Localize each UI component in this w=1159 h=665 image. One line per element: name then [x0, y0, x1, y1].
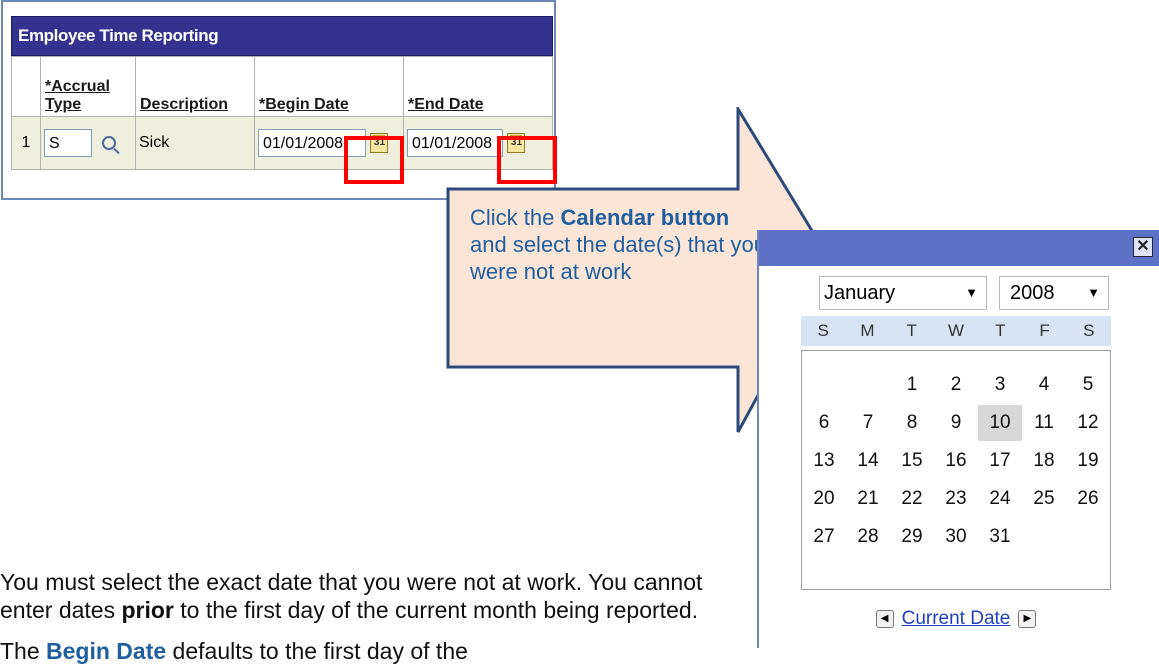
calendar-day[interactable]: 10 [978, 405, 1022, 441]
calendar-day[interactable]: 8 [890, 405, 934, 441]
calendar-day[interactable]: 3 [978, 367, 1022, 403]
calendar-empty-cell [846, 367, 890, 403]
callout-text: Click the Calendar button and select the… [470, 205, 766, 284]
calendar-day[interactable]: 28 [846, 519, 890, 555]
description-cell: Sick [135, 116, 255, 170]
begin-date-calendar-highlight [344, 136, 404, 184]
chevron-down-icon: ▼ [965, 285, 978, 300]
weekday-label: W [947, 321, 964, 340]
weekday-label: S [817, 321, 829, 340]
calendar-day[interactable]: 11 [1022, 405, 1066, 441]
row-number-header [11, 56, 41, 117]
calendar-nav: ◀ Current Date ▶ [801, 605, 1111, 633]
calendar-day[interactable]: 21 [846, 481, 890, 517]
month-value: January [824, 282, 896, 304]
month-select[interactable]: January ▼ [819, 276, 987, 310]
weekday-label: S [1083, 321, 1095, 340]
calendar-day[interactable]: 30 [934, 519, 978, 555]
calendar-day[interactable]: 25 [1022, 481, 1066, 517]
weekday-label: T [995, 321, 1006, 340]
instruction-paragraph: You must select the exact date that you … [0, 569, 703, 623]
calendar-day[interactable]: 27 [802, 519, 846, 555]
accrual-type-input[interactable]: S [44, 129, 92, 157]
close-icon[interactable]: ✕ [1133, 237, 1153, 257]
calendar-day-grid: 1 2 3 4 5 6 7 8 9 10 11 12 13 14 15 16 17 18 19 20 21 22 23 24 2… [801, 350, 1111, 590]
calendar-day[interactable]: 22 [890, 481, 934, 517]
calendar-day[interactable]: 23 [934, 481, 978, 517]
calendar-day[interactable]: 19 [1066, 443, 1110, 479]
calendar-week-row: 13 14 15 16 17 18 19 [802, 443, 1110, 479]
calendar-empty-cell [802, 367, 846, 403]
calendar-week-row: 27 28 29 30 31 [802, 519, 1110, 555]
accrual-type-cell: S [40, 116, 136, 170]
year-value: 2008 [1010, 282, 1055, 304]
weekday-label: T [906, 321, 917, 340]
calendar-day[interactable]: 14 [846, 443, 890, 479]
grid-title: Employee Time Reporting [18, 26, 219, 45]
calendar-empty-cell [1066, 519, 1110, 555]
row-number: 1 [11, 116, 41, 170]
previous-month-icon[interactable]: ◀ [875, 610, 894, 628]
calendar-week-row: 6 7 8 9 10 11 12 [802, 405, 1110, 441]
calendar-day[interactable]: 31 [978, 519, 1022, 555]
calendar-day[interactable]: 13 [802, 443, 846, 479]
calendar-day[interactable]: 17 [978, 443, 1022, 479]
calendar-day[interactable]: 24 [978, 481, 1022, 517]
calendar-day[interactable]: 7 [846, 405, 890, 441]
calendar-empty-cell [1022, 519, 1066, 555]
calendar-week-row: 20 21 22 23 24 25 26 [802, 481, 1110, 517]
calendar-day[interactable]: 5 [1066, 367, 1110, 403]
weekday-label: M [860, 321, 875, 340]
calendar-day[interactable]: 12 [1066, 405, 1110, 441]
lookup-icon[interactable] [102, 136, 117, 150]
calendar-day[interactable]: 6 [802, 405, 846, 441]
calendar-week-row: 12345 [802, 367, 1110, 403]
grid-header: Employee Time Reporting [11, 16, 553, 56]
calendar-popup: ✕ January ▼ 2008 ▼ S M T W T F S 1234567… [757, 230, 1159, 648]
column-header-description[interactable]: Description [135, 56, 255, 117]
calendar-day[interactable]: 26 [1066, 481, 1110, 517]
calendar-day[interactable]: 9 [934, 405, 978, 441]
next-month-icon[interactable]: ▶ [1018, 610, 1037, 628]
begin-date-paragraph: The Begin Date defaults to the first day… [0, 638, 468, 664]
chevron-down-icon: ▼ [1087, 285, 1100, 300]
calendar-day[interactable]: 4 [1022, 367, 1066, 403]
current-date-link[interactable]: Current Date [902, 608, 1011, 629]
calendar-titlebar: ✕ [759, 230, 1159, 266]
calendar-day[interactable]: 29 [890, 519, 934, 555]
calendar-day[interactable]: 18 [1022, 443, 1066, 479]
calendar-day[interactable]: 1 [890, 367, 934, 403]
calendar-day[interactable]: 16 [934, 443, 978, 479]
weekday-header: S M T W T F S [801, 316, 1111, 346]
column-header-accrual-type[interactable]: *Accrual Type [40, 56, 136, 117]
calendar-day[interactable]: 20 [802, 481, 846, 517]
column-header-begin-date[interactable]: *Begin Date [254, 56, 404, 117]
weekday-label: F [1039, 321, 1050, 340]
year-select[interactable]: 2008 ▼ [999, 276, 1109, 310]
calendar-day[interactable]: 2 [934, 367, 978, 403]
calendar-day[interactable]: 15 [890, 443, 934, 479]
